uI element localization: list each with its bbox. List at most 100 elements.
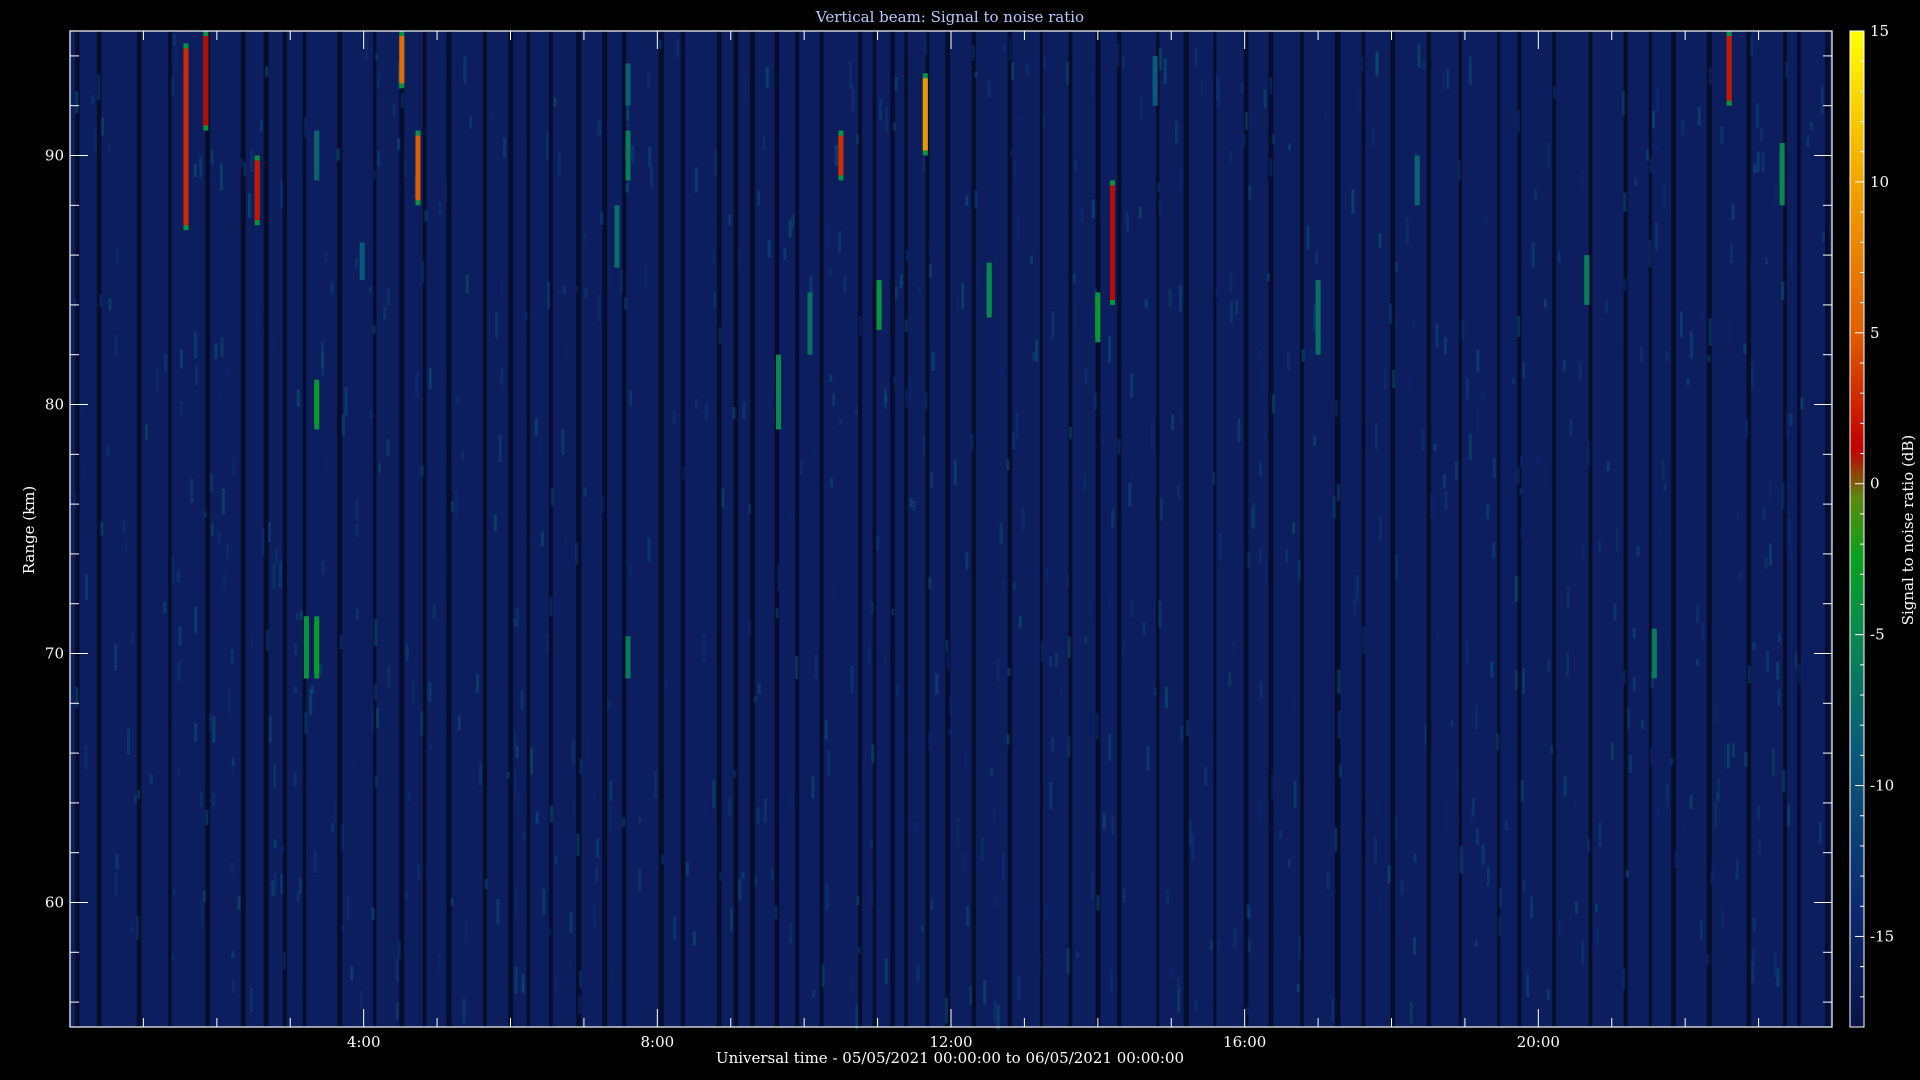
noise-cell [557, 285, 561, 294]
noise-cell [99, 294, 103, 308]
noise-cell [1563, 776, 1567, 797]
noise-cell [266, 629, 270, 651]
gap-stripe [576, 31, 582, 1027]
noise-cell [1217, 939, 1221, 950]
noise-cell [682, 466, 685, 480]
noise-cell [1465, 641, 1469, 667]
noise-cell [298, 878, 302, 894]
noise-cell [929, 264, 932, 278]
noise-cell [1581, 940, 1585, 966]
noise-cell [1278, 829, 1282, 838]
noise-cell [240, 158, 244, 168]
echo-cell [254, 160, 260, 221]
noise-cell [1641, 720, 1644, 730]
noise-cell [1066, 948, 1070, 975]
noise-cell [365, 37, 369, 61]
noise-cell [1536, 453, 1540, 464]
noise-cell [1750, 36, 1754, 56]
noise-cell [1231, 641, 1235, 650]
noise-cell [1144, 299, 1148, 309]
y-tick-label: 70 [45, 645, 64, 663]
noise-cell [994, 252, 998, 265]
noise-cell [1371, 128, 1375, 148]
noise-cell [144, 801, 148, 811]
noise-cell [966, 906, 970, 926]
noise-cell [1435, 323, 1439, 347]
noise-cell [838, 419, 842, 426]
noise-cell [767, 239, 771, 258]
noise-cell [575, 542, 579, 565]
noise-cell [596, 120, 600, 139]
noise-cell [692, 931, 696, 946]
noise-cell [1674, 850, 1678, 869]
noise-cell [374, 775, 378, 788]
noise-cell [1237, 419, 1241, 443]
noise-cell [583, 487, 587, 497]
noise-cell [928, 241, 932, 258]
noise-cell [1140, 95, 1144, 123]
noise-cell [1346, 366, 1350, 375]
noise-cell [883, 653, 887, 663]
noise-cell [1242, 134, 1246, 146]
noise-cell [891, 608, 895, 616]
noise-cell [549, 597, 553, 617]
noise-cell [1514, 670, 1518, 691]
noise-cell [1285, 548, 1289, 564]
noise-cell [1443, 474, 1446, 488]
noise-cell [415, 371, 419, 398]
noise-cell [73, 297, 77, 307]
noise-cell [324, 454, 328, 471]
noise-cell [450, 501, 454, 513]
noise-cell [545, 131, 549, 160]
noise-cell [1623, 278, 1627, 291]
noise-cell [205, 809, 209, 826]
noise-cell [1622, 969, 1626, 990]
noise-cell [676, 38, 680, 59]
noise-cell [595, 867, 599, 882]
x-tick-label: 8:00 [640, 1033, 674, 1051]
noise-cell [1309, 350, 1313, 359]
noise-cell [1043, 56, 1046, 70]
noise-cell [1324, 112, 1328, 126]
noise-cell [1111, 507, 1115, 528]
noise-cell [313, 850, 317, 873]
noise-cell [1808, 973, 1812, 1001]
noise-cell [534, 418, 538, 436]
noise-cell [299, 611, 303, 620]
noise-cell [247, 193, 251, 219]
noise-cell [490, 113, 493, 121]
noise-cell [931, 351, 935, 371]
noise-cell [896, 684, 899, 697]
noise-cell [1257, 350, 1261, 359]
noise-cell [513, 729, 517, 752]
noise-cell [1019, 116, 1023, 124]
noise-cell [551, 488, 554, 506]
noise-cell [373, 170, 377, 180]
echo-cell [838, 135, 844, 176]
noise-cell [1179, 411, 1183, 423]
noise-cell [1116, 43, 1120, 68]
noise-cell [909, 377, 913, 400]
noise-cell [219, 163, 223, 191]
noise-cell [1159, 498, 1163, 521]
noise-cell [217, 531, 221, 543]
noise-cell [1259, 681, 1263, 699]
echo-cell [1414, 160, 1420, 201]
noise-cell [638, 816, 642, 823]
noise-cell [956, 818, 960, 845]
echo-cell [359, 247, 365, 275]
gap-stripe [1243, 31, 1249, 1027]
noise-cell [1168, 289, 1172, 308]
noise-cell [1293, 780, 1297, 809]
noise-cell [974, 71, 978, 78]
noise-cell [1701, 310, 1705, 323]
noise-cell [378, 463, 382, 473]
noise-cell [330, 282, 334, 295]
noise-cell [1526, 967, 1530, 974]
noise-cell [443, 182, 447, 204]
noise-cell [1520, 455, 1523, 468]
noise-cell [1051, 311, 1055, 339]
noise-cell [1546, 989, 1550, 1001]
noise-cell [1292, 522, 1296, 534]
noise-cell [607, 265, 611, 290]
